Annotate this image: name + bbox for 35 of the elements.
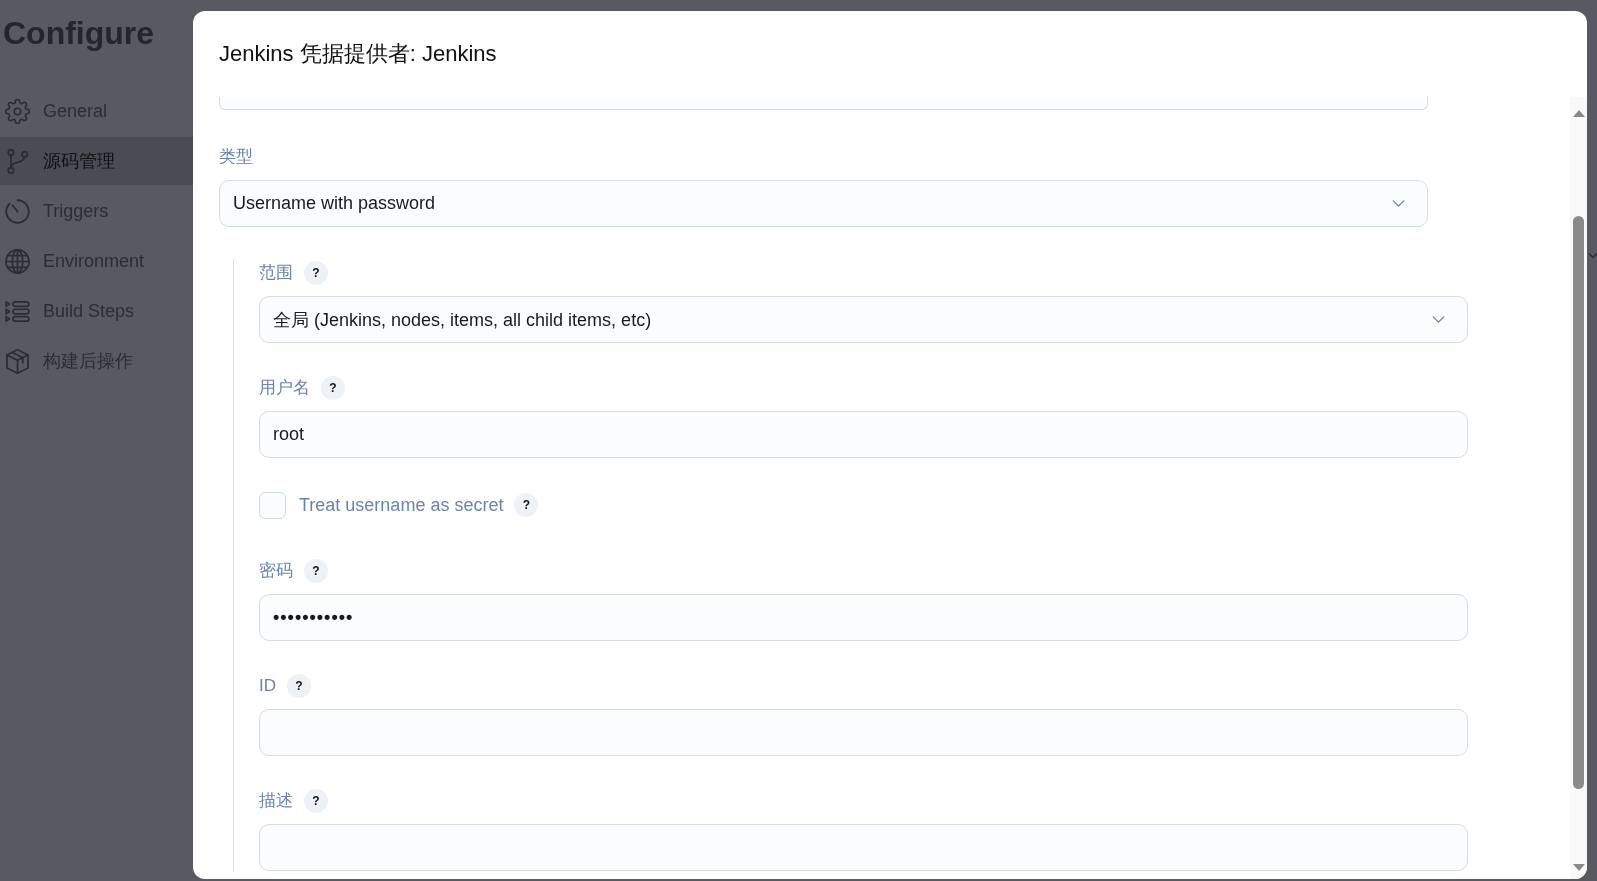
field-label: 密码 xyxy=(259,560,293,582)
field-label: 用户名 xyxy=(259,377,310,399)
dropdown-field[interactable]: 全局 (Jenkins, nodes, items, all child items, etc) xyxy=(259,296,1468,343)
text-field[interactable] xyxy=(259,824,1468,871)
dialog-title: Jenkins 凭据提供者: Jenkins xyxy=(219,40,497,68)
checkbox-label[interactable]: Treat username as secret xyxy=(299,494,504,516)
chevron-down-icon xyxy=(1392,200,1405,207)
password-field[interactable]: ••••••••••• xyxy=(259,594,1468,641)
arrow-up-icon[interactable] xyxy=(1572,110,1585,117)
help-button[interactable]: ? xyxy=(514,493,539,517)
branch-icon xyxy=(5,148,30,174)
chevron-icon xyxy=(1588,252,1597,260)
list-icon xyxy=(5,298,30,324)
help-button[interactable]: ? xyxy=(304,261,328,285)
chevron-down-icon xyxy=(1432,316,1445,323)
arrow-down-icon[interactable] xyxy=(1572,864,1585,871)
text-field[interactable]: root xyxy=(259,411,1468,458)
field-label: 描述 xyxy=(259,790,293,812)
field-label: ID xyxy=(259,675,276,697)
dropdown-field[interactable]: Username with password xyxy=(219,180,1428,227)
help-button[interactable]: ? xyxy=(287,674,311,698)
box-icon xyxy=(5,348,30,374)
checkbox[interactable] xyxy=(259,491,286,519)
globe-icon xyxy=(5,248,30,274)
text-field[interactable] xyxy=(219,97,1428,110)
help-button[interactable]: ? xyxy=(304,559,328,583)
field-label: 范围 xyxy=(259,262,293,284)
field-label: 类型 xyxy=(219,146,253,168)
text-field[interactable] xyxy=(259,709,1468,756)
scrollbar[interactable] xyxy=(1570,97,1587,879)
help-button[interactable]: ? xyxy=(304,789,328,813)
scrollbar-thumb[interactable] xyxy=(1573,216,1584,789)
help-button[interactable]: ? xyxy=(321,376,345,400)
gear-icon xyxy=(5,98,30,124)
timer-icon xyxy=(5,198,30,224)
